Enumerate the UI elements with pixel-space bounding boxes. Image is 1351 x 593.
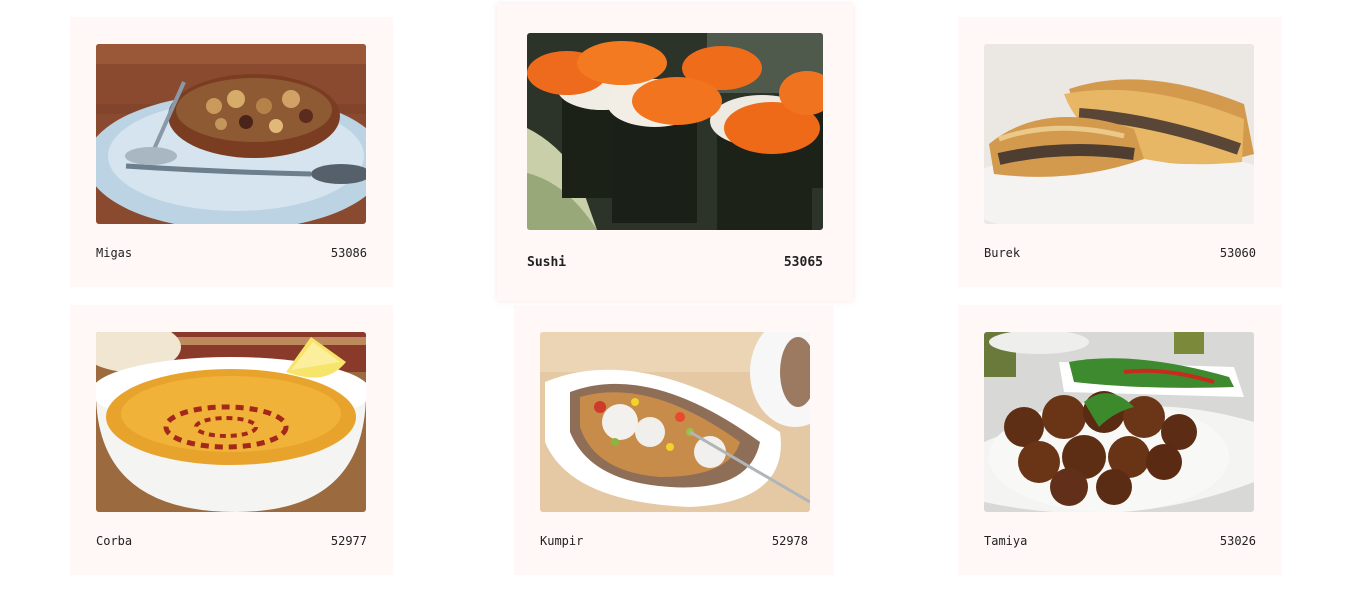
meal-card-kumpir[interactable]: Kumpir 52978: [514, 305, 834, 575]
meal-card-burek[interactable]: Burek 53060: [958, 17, 1282, 287]
meal-id: 53086: [330, 246, 367, 260]
meal-name: Corba: [96, 534, 133, 548]
meal-image-tamiya[interactable]: [984, 332, 1254, 512]
meal-card-corba[interactable]: Corba 52977: [70, 305, 393, 575]
meal-name: Sushi: [527, 255, 567, 270]
meal-id: 52977: [330, 534, 367, 548]
meal-id: 52978: [771, 534, 808, 548]
meal-image-migas[interactable]: [96, 44, 366, 224]
meal-card-tamiya[interactable]: Tamiya 53026: [958, 305, 1282, 575]
meal-name: Migas: [96, 246, 133, 260]
meal-name: Kumpir: [540, 534, 584, 548]
meal-id: 53065: [783, 255, 823, 270]
meal-id: 53026: [1219, 534, 1256, 548]
meal-card-sushi[interactable]: Sushi 53065: [497, 4, 853, 301]
meal-name: Burek: [984, 246, 1021, 260]
meal-card-migas[interactable]: Migas 53086: [70, 17, 393, 287]
meal-id: 53060: [1219, 246, 1256, 260]
meal-image-corba[interactable]: [96, 332, 366, 512]
meal-image-burek[interactable]: [984, 44, 1254, 224]
meal-name: Tamiya: [984, 534, 1028, 548]
meal-image-kumpir[interactable]: [540, 332, 810, 512]
meal-image-sushi[interactable]: [527, 33, 823, 230]
